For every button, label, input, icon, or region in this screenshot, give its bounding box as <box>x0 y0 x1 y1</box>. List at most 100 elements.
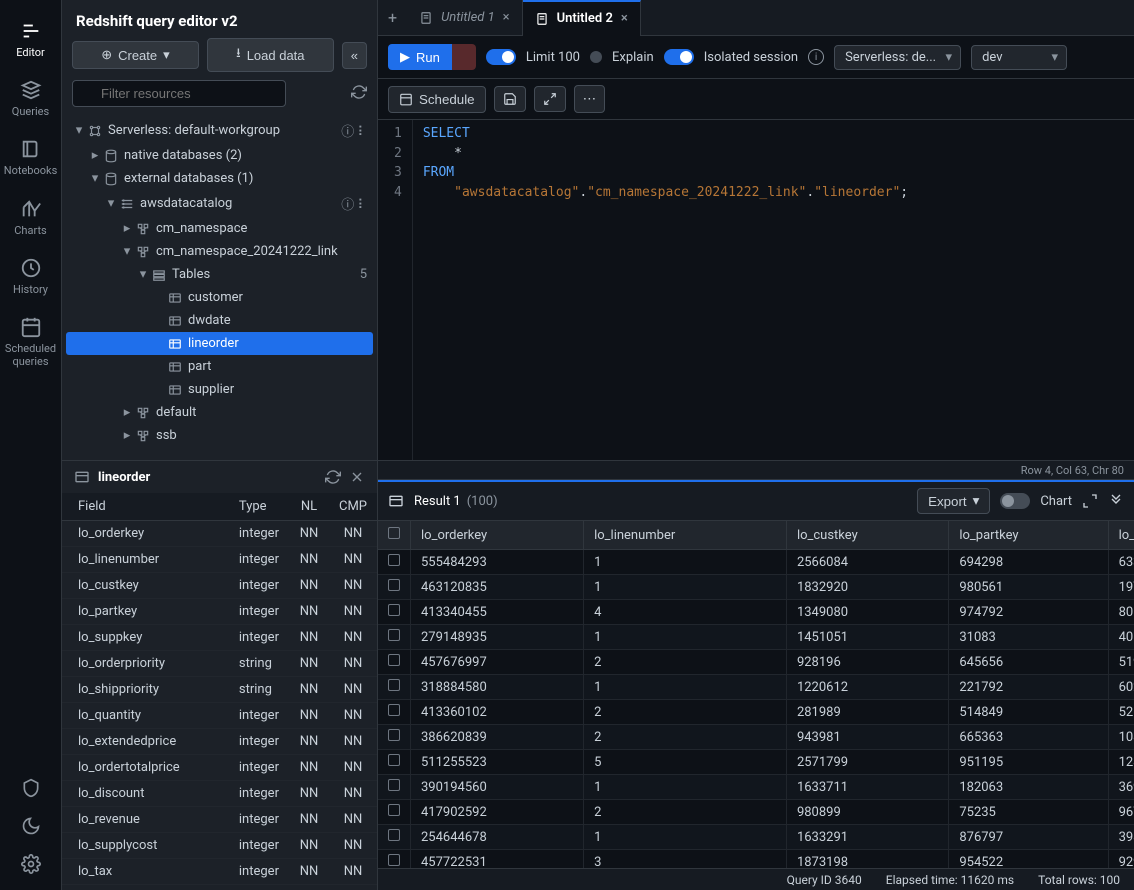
gear-icon[interactable] <box>21 854 41 874</box>
grid-row[interactable]: 2791489351145105131083405973 <box>378 625 1134 650</box>
grid-row[interactable]: 31888458011220612221792602926 <box>378 675 1134 700</box>
grid-row[interactable]: 51125552352571799951195128153 <box>378 750 1134 775</box>
tree-item[interactable]: ▾Tables5 <box>66 263 373 286</box>
row-checkbox[interactable] <box>388 804 400 816</box>
refresh-details-icon[interactable] <box>325 469 341 485</box>
row-checkbox[interactable] <box>388 654 400 666</box>
schema-row[interactable]: lo_taxintegerNNNN <box>62 859 377 885</box>
grid-row[interactable]: 25464467811633291876797398423 <box>378 825 1134 850</box>
grid-row[interactable]: 45772253131873198954522929285 <box>378 850 1134 869</box>
explain-indicator <box>590 51 602 63</box>
close-tab-icon[interactable]: × <box>621 11 628 26</box>
grid-header[interactable]: lo_orderkey <box>411 521 584 550</box>
isolated-toggle[interactable] <box>664 49 694 65</box>
schema-row[interactable]: lo_orderkeyintegerNNNN <box>62 521 377 547</box>
row-checkbox[interactable] <box>388 829 400 841</box>
schema-row[interactable]: lo_extendedpriceintegerNNNN <box>62 729 377 755</box>
grid-row[interactable]: 4576769972928196645656519523 <box>378 650 1134 675</box>
tree-item[interactable]: ▸native databases (2) <box>66 144 373 167</box>
create-button[interactable]: ⊕Create▾ <box>72 41 199 69</box>
grid-row[interactable]: 3866208392943981665363108767 <box>378 725 1134 750</box>
stop-button[interactable] <box>452 44 476 70</box>
connection-select[interactable]: Serverless: de... <box>834 45 961 70</box>
tab[interactable]: Untitled 1× <box>407 0 523 36</box>
schema-row[interactable]: lo_supplycostintegerNNNN <box>62 833 377 859</box>
grid-row[interactable]: 4133601022281989514849526620 <box>378 700 1134 725</box>
tree-item[interactable]: ▾Serverless: default-workgroupⓘ ⠇ <box>66 117 373 144</box>
schema-row[interactable]: lo_linenumberintegerNNNN <box>62 547 377 573</box>
tree-item[interactable]: ▾awsdatacatalogⓘ ⠇ <box>66 190 373 217</box>
grid-row[interactable]: 41334045541349080974792801662 <box>378 600 1134 625</box>
schema-row[interactable]: lo_ordertotalpriceintegerNNNN <box>62 755 377 781</box>
save-button[interactable] <box>494 86 526 112</box>
row-checkbox[interactable] <box>388 679 400 691</box>
row-checkbox[interactable] <box>388 704 400 716</box>
close-tab-icon[interactable]: × <box>503 10 510 25</box>
row-checkbox[interactable] <box>388 854 400 866</box>
schema-row[interactable]: lo_orderprioritystringNNNN <box>62 651 377 677</box>
tree-item[interactable]: ▾external databases (1) <box>66 167 373 190</box>
more-button[interactable]: ⋯ <box>574 85 605 113</box>
tree-item[interactable]: ▸cm_namespace <box>66 217 373 240</box>
filter-input[interactable] <box>72 80 286 107</box>
run-button[interactable]: ▶ Run <box>388 44 452 70</box>
tree-item[interactable]: lineorder <box>66 332 373 355</box>
rail-notebooks[interactable]: Notebooks <box>0 128 62 187</box>
schema-row[interactable]: lo_quantityintegerNNNN <box>62 703 377 729</box>
grid-header[interactable]: lo_partkey <box>949 521 1108 550</box>
row-checkbox[interactable] <box>388 729 400 741</box>
sql-editor[interactable]: 1234 SELECT * FROM "awsdatacatalog"."cm_… <box>378 120 1134 460</box>
row-checkbox[interactable] <box>388 579 400 591</box>
row-checkbox[interactable] <box>388 779 400 791</box>
collapse-panel-button[interactable]: « <box>342 42 367 69</box>
grid-row[interactable]: 417902592298089975235967581 <box>378 800 1134 825</box>
schema-row[interactable]: lo_shipprioritystringNNNN <box>62 677 377 703</box>
rail-charts[interactable]: Charts <box>0 188 62 247</box>
shield-icon[interactable] <box>21 778 41 798</box>
tab[interactable]: Untitled 2× <box>523 0 641 36</box>
tree-item[interactable]: dwdate <box>66 309 373 332</box>
refresh-icon[interactable] <box>351 84 367 100</box>
grid-row[interactable]: 39019456011633711182063369025 <box>378 775 1134 800</box>
rail-queries[interactable]: Queries <box>0 69 62 128</box>
tree-item[interactable]: part <box>66 355 373 378</box>
chart-toggle[interactable] <box>1000 493 1030 509</box>
moon-icon[interactable] <box>21 816 41 836</box>
tree-item[interactable]: supplier <box>66 378 373 401</box>
grid-header[interactable]: lo_custkey <box>786 521 948 550</box>
schema-row[interactable]: lo_revenueintegerNNNN <box>62 807 377 833</box>
grid-header[interactable]: lo_suppkey <box>1108 521 1134 550</box>
new-tab-button[interactable]: + <box>378 0 407 35</box>
tree-item[interactable]: ▸default <box>66 401 373 424</box>
database-select[interactable]: dev <box>971 45 1067 70</box>
schema-row[interactable]: lo_suppkeyintegerNNNN <box>62 625 377 651</box>
rail-scheduled-queries[interactable]: Scheduledqueries <box>0 306 62 378</box>
tree-item[interactable]: ▸ssb <box>66 424 373 447</box>
row-checkbox[interactable] <box>388 604 400 616</box>
schedule-button[interactable]: Schedule <box>388 86 486 113</box>
export-button[interactable]: Export ▾ <box>917 488 990 514</box>
result-tab[interactable]: Result 1 (100) <box>414 494 498 509</box>
load-data-button[interactable]: ⭳Load data <box>207 38 334 72</box>
row-checkbox[interactable] <box>388 754 400 766</box>
rail-history[interactable]: History <box>0 247 62 306</box>
maximize-results-icon[interactable] <box>1082 493 1098 509</box>
fullscreen-button[interactable] <box>534 86 566 112</box>
expand-icon <box>543 92 557 106</box>
tree-item[interactable]: ▾cm_namespace_20241222_link <box>66 240 373 263</box>
grid-row[interactable]: 5554842931256608469429863308 <box>378 550 1134 575</box>
grid-header[interactable]: lo_linenumber <box>584 521 787 550</box>
row-checkbox[interactable] <box>388 554 400 566</box>
close-details-icon[interactable] <box>349 469 365 485</box>
grid-row[interactable]: 46312083511832920980561197886 <box>378 575 1134 600</box>
schema-row[interactable]: lo_partkeyintegerNNNN <box>62 599 377 625</box>
rail-editor[interactable]: Editor <box>0 10 62 69</box>
collapse-results-icon[interactable] <box>1108 493 1124 509</box>
info-icon[interactable]: i <box>808 49 824 65</box>
limit-toggle[interactable] <box>486 49 516 65</box>
row-checkbox[interactable] <box>388 629 400 641</box>
select-all-checkbox[interactable] <box>378 521 411 550</box>
tree-item[interactable]: customer <box>66 286 373 309</box>
schema-row[interactable]: lo_custkeyintegerNNNN <box>62 573 377 599</box>
schema-row[interactable]: lo_discountintegerNNNN <box>62 781 377 807</box>
